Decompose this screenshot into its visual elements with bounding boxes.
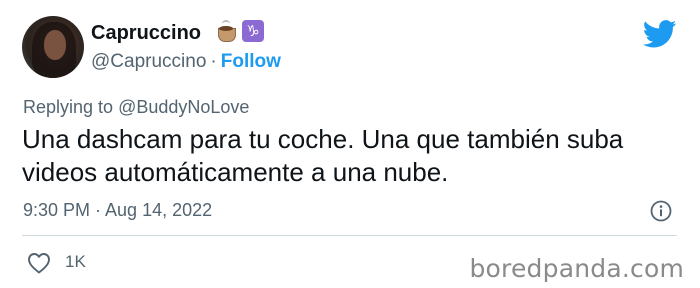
- replying-to-line: Replying to @BuddyNoLove: [23, 97, 249, 118]
- coffee-icon: [216, 20, 238, 42]
- tweet-card: Capruccino ♑ @Capruccino · Follow Replying…: [0, 0, 700, 288]
- avatar[interactable]: [22, 16, 84, 78]
- heart-icon[interactable]: [27, 252, 51, 274]
- author-display-name[interactable]: Capruccino: [91, 22, 201, 45]
- tweet-timestamp[interactable]: 9:30 PM · Aug 14, 2022: [23, 200, 212, 221]
- coffee-foam: [219, 26, 233, 31]
- capricorn-icon: ♑: [242, 20, 264, 42]
- follow-button[interactable]: Follow: [221, 51, 281, 72]
- author-handle-line: @Capruccino · Follow: [91, 51, 281, 73]
- author-handle[interactable]: @Capruccino: [91, 51, 206, 72]
- separator-dot: ·: [210, 51, 217, 72]
- like-count: 1K: [65, 252, 86, 271]
- tweet-text: Una dashcam para tu coche. Una que tambi…: [22, 124, 624, 187]
- divider: [22, 235, 677, 236]
- avatar-face: [44, 30, 66, 60]
- boredpanda-watermark: boredpanda.com: [469, 254, 684, 283]
- info-icon[interactable]: [650, 200, 672, 222]
- twitter-bird-icon[interactable]: [643, 20, 677, 48]
- reply-mention-link[interactable]: @BuddyNoLove: [118, 97, 249, 117]
- replying-to-label: Replying to: [23, 97, 114, 117]
